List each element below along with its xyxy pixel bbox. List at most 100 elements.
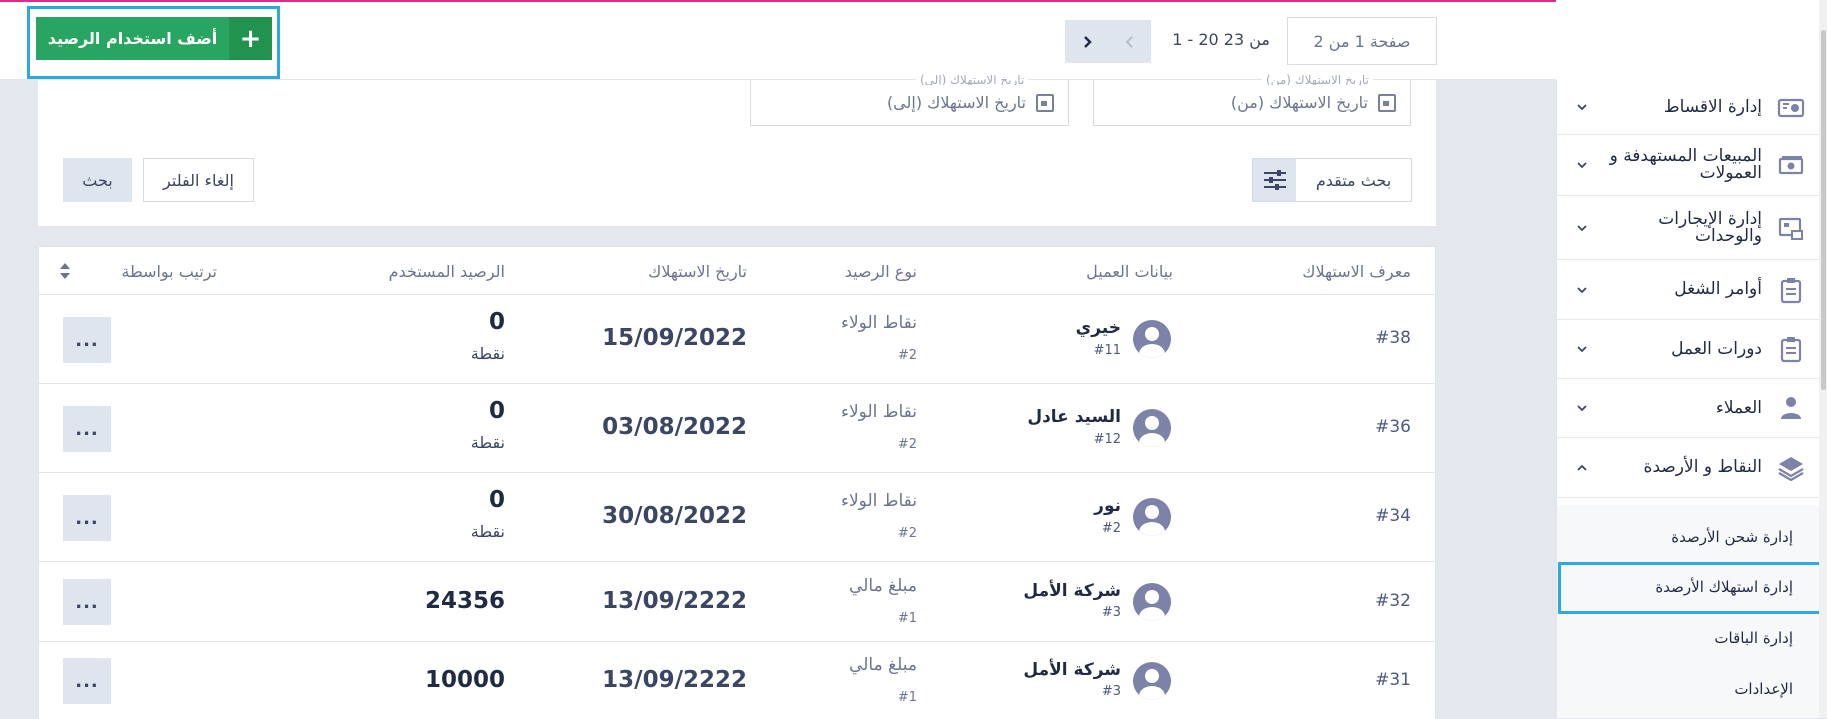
avatar-icon: [1133, 583, 1171, 621]
sliders-icon: [1253, 159, 1296, 201]
consumption-id-link[interactable]: #34: [1375, 506, 1411, 526]
client-name-link[interactable]: شركة الأمل: [1023, 581, 1121, 601]
chevron-down-icon: [1575, 402, 1589, 414]
submenu-item-balance-topup[interactable]: إدارة شحن الأرصدة: [1557, 513, 1820, 561]
submenu-item-packages[interactable]: إدارة الباقات: [1557, 614, 1820, 662]
calendar-icon: [1378, 93, 1396, 112]
table-row: #36 السيد عادل #12 نقاط الولاء #2 03/08/…: [39, 384, 1435, 473]
consumption-id-link[interactable]: #31: [1375, 670, 1411, 690]
chevron-down-icon: [1575, 159, 1589, 171]
balance-unit: نقطة: [470, 433, 505, 452]
advanced-search-button[interactable]: بحث متقدم: [1252, 158, 1412, 202]
avatar-icon: [1133, 662, 1171, 700]
sort-icon[interactable]: [59, 262, 71, 280]
date-from-value: تاريخ الاستهلاك (من): [1230, 93, 1368, 112]
consumption-id-link[interactable]: #38: [1375, 328, 1411, 348]
sort-label: ترتيب بواسطة: [121, 262, 217, 281]
page-select[interactable]: صفحة 1 من 2: [1287, 17, 1437, 65]
used-balance: 0: [488, 487, 505, 513]
consumption-date: 13/09/2222: [602, 588, 747, 614]
chevron-down-icon: [1575, 222, 1589, 234]
balance-type-number: #2: [897, 526, 917, 541]
sidebar-item-targets-commissions[interactable]: المبيعات المستهدفة و العمولات: [1557, 135, 1820, 196]
client-name-link[interactable]: نور: [1094, 496, 1121, 516]
sidebar-item-label: العملاء: [1715, 397, 1762, 418]
chevron-left-icon: [1125, 35, 1133, 48]
table-row: #34 نور #2 نقاط الولاء #2 30/08/2022 0 ن…: [39, 473, 1435, 562]
consumption-date: 03/08/2022: [602, 414, 747, 440]
installments-icon: [1776, 92, 1806, 122]
submenu-item-settings[interactable]: الإعدادات: [1557, 665, 1820, 713]
sidebar-item-installments[interactable]: إدارة الاقساط: [1557, 80, 1820, 135]
rentals-icon: [1776, 213, 1806, 243]
sidebar-item-label: إدارة الإيجارات والوحدات: [1658, 208, 1762, 246]
avatar-icon: [1133, 498, 1171, 536]
clipboard-icon: [1776, 334, 1806, 364]
client-number: #3: [1101, 605, 1121, 620]
table-header: معرف الاستهلاك بيانات العميل نوع الرصيد …: [39, 247, 1435, 295]
header-id: معرف الاستهلاك: [1302, 262, 1411, 281]
row-actions-button[interactable]: ...: [63, 406, 111, 452]
sort-by-control[interactable]: ترتيب بواسطة: [121, 262, 217, 281]
row-actions-button[interactable]: ...: [63, 658, 111, 704]
person-icon: [1776, 393, 1806, 423]
date-from-floating-label: تاريخ الاستهلاك (من): [1262, 71, 1373, 85]
date-from-input[interactable]: تاريخ الاستهلاك (من): [1093, 80, 1411, 126]
sidebar-item-label: دورات العمل: [1671, 338, 1762, 359]
client-number: #12: [1093, 432, 1121, 447]
sidebar-item-label: إدارة الاقساط: [1663, 96, 1762, 117]
add-balance-usage-button[interactable]: + أضف استخدام الرصيد: [36, 17, 272, 60]
used-balance: 0: [488, 309, 505, 335]
chevron-down-icon: [1575, 284, 1589, 296]
sidebar-item-points-balances[interactable]: النقاط و الأرصدة: [1557, 438, 1820, 498]
chevron-up-icon: [1575, 462, 1589, 474]
balance-type: نقاط الولاء: [840, 313, 917, 333]
next-page-button[interactable]: [1065, 20, 1108, 63]
used-balance: 0: [488, 398, 505, 424]
search-button[interactable]: بحث: [63, 158, 132, 202]
client-name-link[interactable]: السيد عادل: [1027, 407, 1121, 427]
date-to-floating-label: تاريخ الاستهلاك (إلى): [916, 71, 1029, 85]
prev-page-button[interactable]: [1108, 20, 1151, 63]
balance-type-number: #2: [897, 348, 917, 363]
sidebar-header: [1556, 0, 1827, 80]
balance-type-number: #1: [897, 690, 917, 705]
avatar-icon: [1133, 320, 1171, 358]
balance-type: مبلغ مالي: [849, 576, 917, 596]
balance-type-number: #2: [897, 437, 917, 452]
header-amount: الرصيد المستخدم: [388, 262, 505, 281]
balance-unit: نقطة: [470, 344, 505, 363]
chevron-down-icon: [1575, 101, 1589, 113]
scrollbar-thumb[interactable]: [1821, 30, 1826, 390]
row-actions-button[interactable]: ...: [63, 317, 111, 363]
date-to-input[interactable]: تاريخ الاستهلاك (إلى): [750, 80, 1069, 126]
consumption-id-link[interactable]: #32: [1375, 591, 1411, 611]
reset-filter-button[interactable]: إلغاء الفلتر: [143, 158, 254, 202]
sidebar-item-work-orders[interactable]: أوامر الشغل: [1557, 260, 1820, 320]
sidebar-item-label: المبيعات المستهدفة و العمولات: [1609, 146, 1762, 183]
add-button-label: أضف استخدام الرصيد: [47, 29, 218, 48]
used-balance: 24356: [424, 588, 505, 614]
consumption-id-link[interactable]: #36: [1375, 417, 1411, 437]
layers-icon: [1776, 453, 1806, 483]
header-date: تاريخ الاستهلاك: [648, 262, 747, 281]
clipboard-icon: [1776, 275, 1806, 305]
sidebar-item-rentals[interactable]: إدارة الإيجارات والوحدات: [1557, 196, 1820, 260]
sidebar-item-label: النقاط و الأرصدة: [1643, 457, 1762, 477]
sidebar-item-clients[interactable]: العملاء: [1557, 379, 1820, 438]
client-number: #11: [1093, 343, 1121, 358]
row-actions-button[interactable]: ...: [63, 495, 111, 541]
active-submenu-highlight: [1558, 562, 1823, 614]
consumption-table: معرف الاستهلاك بيانات العميل نوع الرصيد …: [38, 246, 1436, 719]
sidebar-item-label: أوامر الشغل: [1674, 279, 1762, 299]
client-number: #3: [1101, 684, 1121, 699]
row-actions-button[interactable]: ...: [63, 579, 111, 625]
calendar-icon: [1036, 93, 1054, 112]
balance-type: نقاط الولاء: [840, 402, 917, 422]
client-name-link[interactable]: شركة الأمل: [1023, 660, 1121, 680]
table-row: #38 خيري #11 نقاط الولاء #2 15/09/2022 0…: [39, 295, 1435, 384]
used-balance: 10000: [424, 667, 505, 693]
client-name-link[interactable]: خيري: [1076, 318, 1121, 338]
table-row: #31 شركة الأمل #3 مبلغ مالي #1 13/09/222…: [39, 642, 1435, 719]
sidebar-item-workflows[interactable]: دورات العمل: [1557, 320, 1820, 379]
